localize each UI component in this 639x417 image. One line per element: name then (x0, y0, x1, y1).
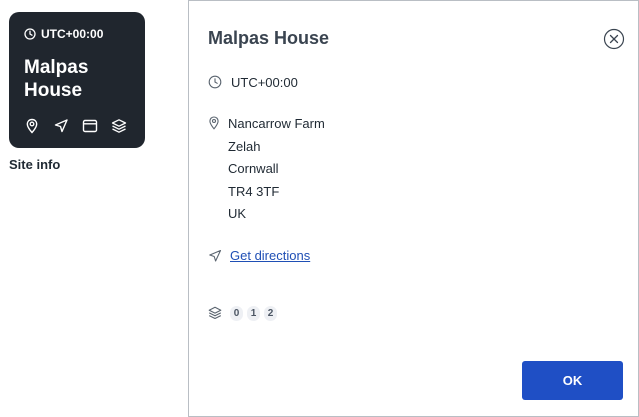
get-directions-link[interactable]: Get directions (230, 248, 310, 263)
address-block: Nancarrow Farm Zelah Cornwall TR4 3TF UK (228, 116, 325, 229)
ok-button[interactable]: OK (522, 361, 623, 400)
layer-badge[interactable]: 1 (247, 306, 260, 321)
navigation-arrow-icon[interactable] (53, 118, 69, 134)
address-line: Zelah (228, 138, 261, 154)
location-pin-icon[interactable] (24, 118, 40, 134)
navigation-arrow-icon (208, 249, 222, 263)
address-line: Nancarrow Farm (228, 116, 325, 131)
card-icon-bar (24, 118, 127, 134)
browser-window-icon[interactable] (82, 118, 98, 134)
dialog-timezone: UTC+00:00 (231, 75, 298, 90)
page: UTC+00:00 Malpas House Site info Malpas … (0, 0, 639, 417)
clock-icon (208, 75, 222, 89)
location-pin-icon (207, 116, 221, 130)
layer-badge[interactable]: 2 (264, 306, 277, 321)
layers-icon (208, 306, 222, 320)
card-title: Malpas House (24, 57, 89, 101)
address-line: UK (228, 206, 247, 221)
site-card[interactable]: UTC+00:00 Malpas House (9, 12, 145, 148)
dialog-title: Malpas House (208, 28, 330, 48)
site-info-dialog: Malpas House UTC+00:00 Nancarrow Farm Ze… (188, 0, 639, 417)
address-line: TR4 3TF (228, 183, 280, 199)
layer-badges: 0 1 2 (230, 306, 277, 321)
close-icon (603, 28, 625, 50)
clock-icon (24, 28, 36, 40)
card-timezone-text: UTC+00:00 (41, 27, 104, 41)
layers-icon[interactable] (111, 118, 127, 134)
close-button[interactable] (603, 28, 625, 50)
layer-badge[interactable]: 0 (230, 306, 243, 321)
site-info-label: Site info (9, 157, 61, 172)
card-timezone-row: UTC+00:00 (24, 26, 131, 42)
address-line: Cornwall (228, 161, 279, 176)
